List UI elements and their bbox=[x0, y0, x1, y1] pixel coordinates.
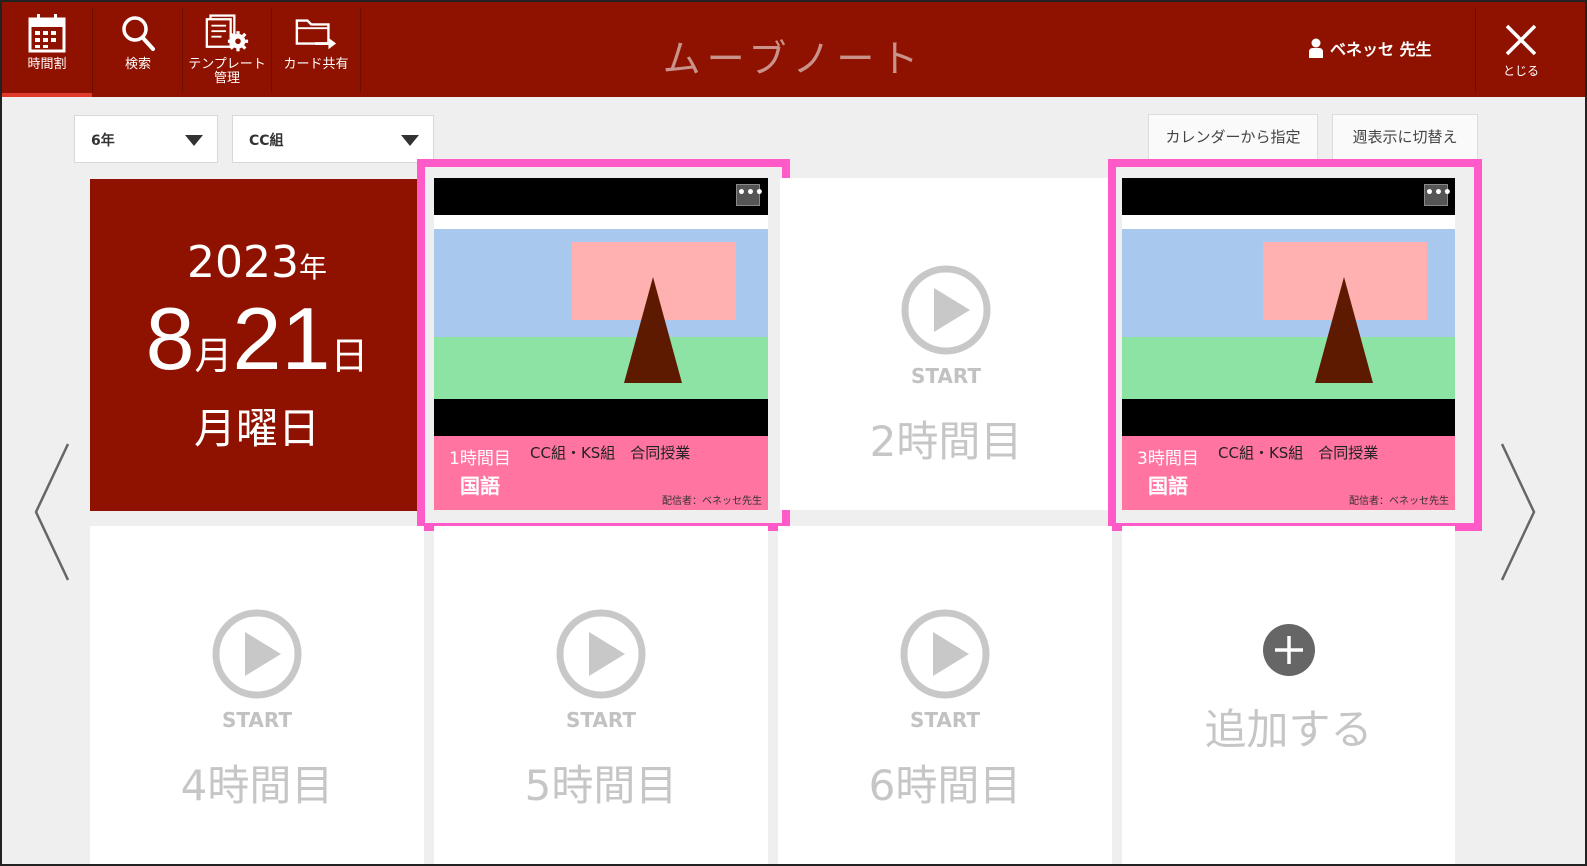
class-select[interactable]: CC組 bbox=[232, 115, 434, 163]
add-slot-card[interactable]: 追加する bbox=[1122, 526, 1455, 864]
date-weekday: 月曜日 bbox=[193, 404, 320, 453]
nav-divider bbox=[1475, 8, 1476, 92]
play-icon bbox=[212, 609, 302, 699]
date-year: 2023年 bbox=[90, 237, 424, 288]
active-tab-indicator bbox=[2, 93, 92, 97]
more-menu-button[interactable]: ••• bbox=[1424, 184, 1452, 206]
thumbnail-grass bbox=[434, 337, 768, 399]
user-name: ベネッセ 先生 bbox=[1330, 40, 1432, 59]
day-unit: 日 bbox=[330, 336, 369, 378]
plus-icon bbox=[1262, 624, 1315, 676]
thumbnail-triangle bbox=[624, 277, 682, 383]
chevron-left-icon[interactable] bbox=[32, 442, 72, 582]
app-window: 時間割 検索 テンプレート 管理 カード共有 ムーブノート ベネッセ 先生 とじ… bbox=[0, 0, 1587, 866]
play-icon bbox=[556, 609, 646, 699]
grade-select[interactable]: 6年 bbox=[74, 115, 218, 163]
user-icon bbox=[1309, 38, 1323, 58]
period-label: 4時間目 bbox=[180, 761, 334, 810]
chevron-right-icon[interactable] bbox=[1498, 442, 1538, 582]
chevron-down-icon bbox=[185, 135, 203, 146]
lesson-period: 1時間目 bbox=[449, 449, 511, 469]
lesson-card-period-3[interactable]: ••• 3時間目 CC組・KS組 合同授業 国語 配信者：ベネッセ先生 bbox=[1122, 178, 1455, 510]
month-unit: 月 bbox=[194, 336, 233, 378]
play-icon bbox=[900, 609, 990, 699]
chevron-down-icon bbox=[401, 135, 419, 146]
lesson-period: 3時間目 bbox=[1137, 449, 1199, 469]
thumbnail-triangle bbox=[1315, 277, 1373, 383]
top-header: 時間割 検索 テンプレート 管理 カード共有 ムーブノート ベネッセ 先生 とじ… bbox=[2, 2, 1585, 97]
lesson-info-panel: 3時間目 CC組・KS組 合同授業 国語 配信者：ベネッセ先生 bbox=[1122, 436, 1455, 510]
empty-slot-period-6[interactable]: START 6時間目 bbox=[778, 526, 1112, 864]
play-icon bbox=[901, 265, 991, 355]
more-menu-button[interactable]: ••• bbox=[736, 184, 764, 206]
start-label: START bbox=[909, 708, 981, 732]
add-label: 追加する bbox=[1204, 705, 1373, 754]
start-label: START bbox=[221, 708, 293, 732]
lesson-classes: CC組・KS組 合同授業 bbox=[1218, 444, 1379, 462]
calendar-pick-button[interactable]: カレンダーから指定 bbox=[1148, 114, 1318, 160]
user-account[interactable]: ベネッセ 先生 bbox=[1308, 36, 1432, 60]
thumbnail-band bbox=[434, 215, 768, 229]
close-icon bbox=[1505, 24, 1537, 56]
week-view-button[interactable]: 週表示に切替え bbox=[1332, 114, 1478, 160]
thumbnail-grass bbox=[1122, 337, 1455, 399]
lesson-card-period-1[interactable]: ••• 1時間目 CC組・KS組 合同授業 国語 配信者：ベネッセ先生 bbox=[434, 178, 768, 510]
period-label: 6時間目 bbox=[868, 761, 1022, 810]
class-select-value: CC組 bbox=[249, 133, 284, 149]
month-value: 8 bbox=[145, 289, 195, 388]
start-label: START bbox=[910, 364, 982, 388]
date-month-day: 8月21日 bbox=[90, 291, 424, 405]
year-unit: 年 bbox=[298, 251, 327, 284]
year-value: 2023 bbox=[187, 237, 299, 288]
period-label: 2時間目 bbox=[869, 417, 1023, 466]
day-value: 21 bbox=[232, 289, 331, 388]
close-button[interactable]: とじる bbox=[1478, 2, 1564, 97]
lesson-subject: 国語 bbox=[1148, 474, 1188, 498]
lesson-classes: CC組・KS組 合同授業 bbox=[530, 444, 691, 462]
date-card: 2023年 8月21日 月曜日 bbox=[90, 179, 424, 511]
empty-slot-period-4[interactable]: START 4時間目 bbox=[90, 526, 424, 864]
grade-select-value: 6年 bbox=[91, 133, 115, 149]
empty-slot-period-2[interactable]: START 2時間目 bbox=[780, 178, 1112, 510]
lesson-info-panel: 1時間目 CC組・KS組 合同授業 国語 配信者：ベネッセ先生 bbox=[434, 436, 768, 510]
thumbnail-band bbox=[1122, 215, 1455, 229]
lesson-subject: 国語 bbox=[460, 474, 500, 498]
lesson-distributor: 配信者：ベネッセ先生 bbox=[1349, 496, 1449, 507]
empty-slot-period-5[interactable]: START 5時間目 bbox=[434, 526, 768, 864]
start-label: START bbox=[565, 708, 637, 732]
close-label: とじる bbox=[1502, 64, 1539, 78]
lesson-distributor: 配信者：ベネッセ先生 bbox=[662, 496, 762, 507]
period-label: 5時間目 bbox=[524, 761, 678, 810]
